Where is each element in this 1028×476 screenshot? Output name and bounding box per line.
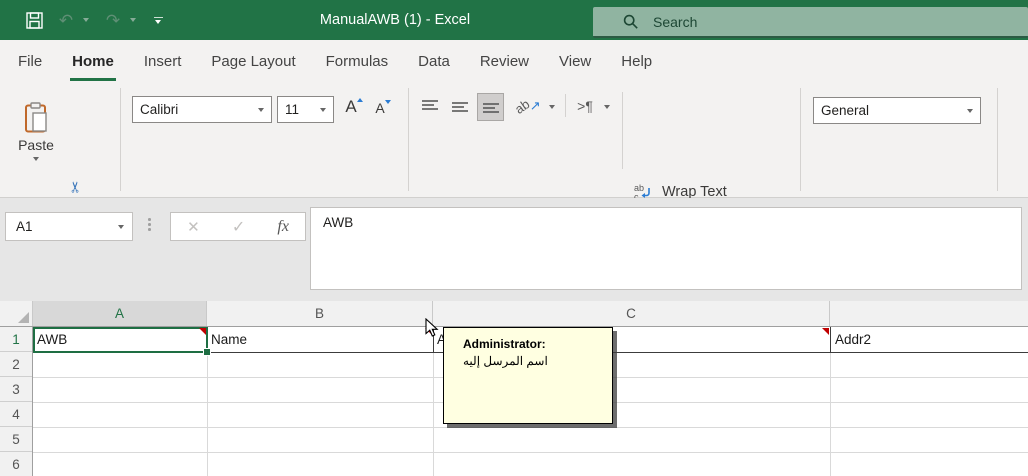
redo-dropdown-icon[interactable] xyxy=(127,0,139,40)
row-header-5[interactable]: 5 xyxy=(0,427,32,452)
tab-review[interactable]: Review xyxy=(480,40,529,84)
comment-author: Administrator: xyxy=(463,337,546,351)
column-header-row: A B C xyxy=(0,301,1028,327)
name-box-value: A1 xyxy=(16,219,33,234)
paste-icon xyxy=(25,101,47,132)
ribbon-tab-row: File Home Insert Page Layout Formulas Da… xyxy=(0,40,1028,84)
ribbon: Paste ✂ Clipboard Calibri 11 A xyxy=(0,84,1028,277)
font-name-value: Calibri xyxy=(140,102,179,117)
cell-b1[interactable]: Name xyxy=(211,327,247,352)
fill-handle[interactable] xyxy=(203,348,211,356)
row-header-6[interactable]: 6 xyxy=(0,452,32,476)
number-format-select[interactable]: General xyxy=(813,97,981,124)
active-cell-selection-border xyxy=(33,327,208,353)
column-header-d[interactable] xyxy=(830,301,1028,326)
number-format-dropdown-icon xyxy=(967,108,973,113)
decrease-font-size-button[interactable]: A xyxy=(371,96,395,120)
search-input[interactable]: Search xyxy=(593,7,1028,38)
tab-home[interactable]: Home xyxy=(70,40,116,84)
row-header-column: 1 2 3 4 5 6 xyxy=(0,327,33,476)
font-size-value: 11 xyxy=(285,102,300,117)
row-header-3[interactable]: 3 xyxy=(0,377,32,402)
text-direction-dropdown-icon[interactable] xyxy=(600,94,614,120)
paste-label: Paste xyxy=(18,136,54,153)
customize-quick-access-icon[interactable] xyxy=(148,0,168,40)
select-all-button[interactable] xyxy=(0,301,33,326)
comment-indicator-a1[interactable] xyxy=(199,328,206,335)
name-box-dropdown-icon xyxy=(118,224,124,229)
tab-help[interactable]: Help xyxy=(621,40,652,84)
formula-bar-strip: A1 ✕ ✓ fx AWB xyxy=(0,198,1028,301)
search-placeholder: Search xyxy=(653,13,698,30)
font-name-select[interactable]: Calibri xyxy=(132,96,272,123)
formula-bar-resize-handle[interactable] xyxy=(148,218,151,231)
increase-font-size-button[interactable]: A xyxy=(341,94,367,120)
enter-icon[interactable]: ✓ xyxy=(232,217,245,237)
cut-icon: ✂ xyxy=(66,180,84,194)
undo-button[interactable]: ↶ xyxy=(56,0,76,40)
comment-text: اسم المرسل إليه xyxy=(463,354,548,368)
middle-align-button[interactable] xyxy=(448,94,472,120)
formula-toolbox: ✕ ✓ fx xyxy=(170,212,306,241)
decrease-font-size-icon: A xyxy=(375,100,385,116)
paste-button[interactable]: Paste xyxy=(12,92,60,170)
comment-indicator-c1[interactable] xyxy=(822,328,829,335)
number-format-value: General xyxy=(821,103,870,118)
cut-button[interactable]: ✂ xyxy=(62,176,88,198)
window-title: ManualAWB (1) - Excel xyxy=(319,12,471,28)
undo-dropdown-icon[interactable] xyxy=(80,0,92,40)
tab-insert[interactable]: Insert xyxy=(144,40,182,84)
orientation-button[interactable]: ab ↗ xyxy=(512,92,543,120)
column-header-c[interactable]: C xyxy=(433,301,830,326)
font-size-select[interactable]: 11 xyxy=(277,96,334,123)
row-header-4[interactable]: 4 xyxy=(0,402,32,427)
column-header-b[interactable]: B xyxy=(207,301,433,326)
top-align-button[interactable] xyxy=(418,94,442,120)
title-bar: ↶ ↷ ManualAWB (1) - Excel Search xyxy=(0,0,1028,40)
mouse-cursor xyxy=(425,318,439,338)
cancel-icon[interactable]: ✕ xyxy=(187,218,200,236)
text-direction-icon: >¶ xyxy=(577,98,593,114)
name-box[interactable]: A1 xyxy=(5,212,133,241)
insert-function-icon[interactable]: fx xyxy=(277,218,289,236)
redo-button[interactable]: ↷ xyxy=(103,0,123,40)
font-name-dropdown-icon xyxy=(258,107,264,112)
save-icon[interactable] xyxy=(22,0,46,40)
bottom-align-button[interactable] xyxy=(477,93,504,121)
tab-page-layout[interactable]: Page Layout xyxy=(211,40,295,84)
tab-formulas[interactable]: Formulas xyxy=(326,40,389,84)
search-icon xyxy=(623,14,638,29)
row-header-1[interactable]: 1 xyxy=(0,327,32,352)
tab-file[interactable]: File xyxy=(18,40,42,84)
column-header-a[interactable]: A xyxy=(33,301,207,326)
row-header-2[interactable]: 2 xyxy=(0,352,32,377)
font-size-dropdown-icon xyxy=(320,107,326,112)
cell-d1[interactable]: Addr2 xyxy=(835,327,871,352)
tab-data[interactable]: Data xyxy=(418,40,450,84)
comment-tooltip: Administrator: اسم المرسل إليه xyxy=(443,327,613,424)
formula-input[interactable]: AWB xyxy=(310,207,1022,290)
formula-content: AWB xyxy=(323,215,354,230)
text-direction-button[interactable]: >¶ xyxy=(572,93,598,119)
orientation-dropdown-icon[interactable] xyxy=(545,94,559,120)
increase-font-size-icon: A xyxy=(345,97,357,116)
tab-view[interactable]: View xyxy=(559,40,591,84)
